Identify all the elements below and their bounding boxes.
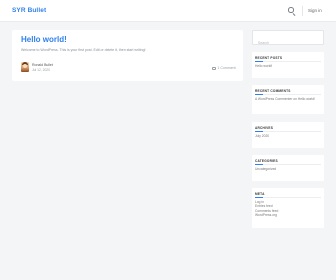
recent-post-link[interactable]: Hello world!	[255, 64, 321, 68]
sidebar-search-input[interactable]	[253, 36, 323, 50]
author-name-link[interactable]: Ronald Bullet	[32, 63, 53, 67]
post-card: Hello world! Welcome to WordPress. This …	[12, 30, 243, 81]
comments-count: 1 Comment	[217, 66, 236, 70]
widget-recent-comments: RECENT COMMENTS A WordPress Commenter on…	[252, 85, 324, 114]
top-navbar: SYR Bullet Sign in	[0, 0, 336, 22]
divider	[255, 197, 321, 198]
widget-title: RECENT POSTS	[255, 56, 283, 60]
comments-link[interactable]: 1 Comment	[212, 66, 236, 70]
widget-title: ARCHIVES	[255, 126, 274, 130]
post-excerpt: Welcome to WordPress. This is your first…	[21, 48, 146, 52]
archive-link[interactable]: July 2020	[255, 134, 321, 138]
post-title-link[interactable]: Hello world!	[21, 35, 67, 44]
divider	[255, 94, 321, 95]
sign-in-link[interactable]: Sign in	[308, 8, 322, 13]
search-icon[interactable]	[287, 6, 297, 16]
meta-link-wordpress-org[interactable]: WordPress.org	[255, 213, 321, 217]
site-title-link[interactable]: SYR Bullet	[12, 7, 46, 14]
divider	[255, 164, 321, 165]
widget-meta: META Log in Entries feed Comments feed W…	[252, 188, 324, 228]
comment-icon	[212, 66, 216, 70]
sidebar-search-box	[252, 30, 324, 50]
widget-title: CATEGORIES	[255, 159, 278, 163]
author-avatar[interactable]	[21, 62, 29, 72]
widget-title: META	[255, 192, 265, 196]
widget-archives: ARCHIVES July 2020	[252, 122, 324, 148]
category-link[interactable]: Uncategorized	[255, 167, 321, 171]
widget-recent-posts: RECENT POSTS Hello world!	[252, 52, 324, 78]
recent-comment-link[interactable]: A WordPress Commenter on Hello world!	[255, 97, 321, 101]
widget-categories: CATEGORIES Uncategorized	[252, 155, 324, 181]
divider	[302, 6, 303, 16]
divider	[255, 131, 321, 132]
post-date: Jul 12, 2020	[32, 68, 50, 72]
widget-title: RECENT COMMENTS	[255, 89, 291, 93]
divider	[255, 61, 321, 62]
